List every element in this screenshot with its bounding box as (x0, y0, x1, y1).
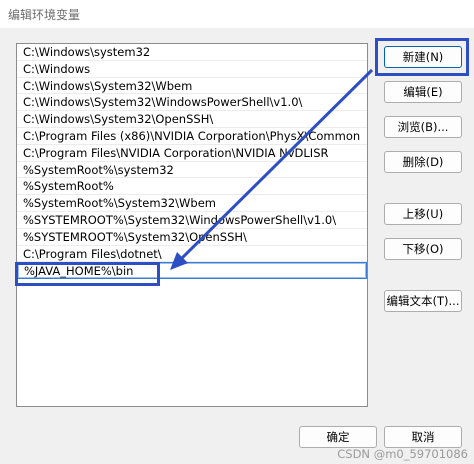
list-item[interactable]: C:\Program Files\NVIDIA Corporation\NVID… (17, 145, 367, 162)
list-item[interactable]: %SYSTEMROOT%\System32\OpenSSH\ (17, 229, 367, 246)
list-item[interactable]: C:\Program Files\dotnet\ (17, 246, 367, 263)
path-list[interactable]: C:\Windows\system32 C:\Windows C:\Window… (16, 43, 368, 407)
ok-button[interactable]: 确定 (299, 426, 377, 448)
list-item[interactable]: C:\Windows\system32 (17, 44, 367, 61)
list-item-selected[interactable]: %JAVA_HOME%\bin (17, 262, 367, 280)
delete-button[interactable]: 删除(D) (384, 151, 462, 173)
edit-button[interactable]: 编辑(E) (384, 81, 462, 103)
title-bar: 编辑环境变量 (0, 0, 474, 28)
list-item[interactable]: %SystemRoot% (17, 178, 367, 196)
list-item[interactable]: %SystemRoot%\system32 (17, 162, 367, 179)
list-item[interactable]: %SYSTEMROOT%\System32\WindowsPowerShell\… (17, 212, 367, 229)
browse-button[interactable]: 浏览(B)... (384, 116, 462, 138)
cancel-button[interactable]: 取消 (384, 426, 462, 448)
list-item[interactable]: C:\Program Files (x86)\NVIDIA Corporatio… (17, 128, 367, 145)
watermark: CSDN @m0_59701086 (337, 447, 468, 461)
new-button[interactable]: 新建(N) (384, 46, 462, 68)
list-item[interactable]: %SystemRoot%\System32\Wbem (17, 195, 367, 212)
move-up-button[interactable]: 上移(U) (384, 203, 462, 225)
edit-text-button[interactable]: 编辑文本(T)... (384, 290, 462, 312)
window-title: 编辑环境变量 (8, 8, 81, 22)
list-item[interactable]: C:\Windows (17, 61, 367, 78)
list-item[interactable]: C:\Windows\System32\OpenSSH\ (17, 111, 367, 128)
list-item[interactable]: C:\Windows\System32\WindowsPowerShell\v1… (17, 94, 367, 112)
list-item[interactable]: C:\Windows\System32\Wbem (17, 78, 367, 95)
move-down-button[interactable]: 下移(O) (384, 238, 462, 260)
